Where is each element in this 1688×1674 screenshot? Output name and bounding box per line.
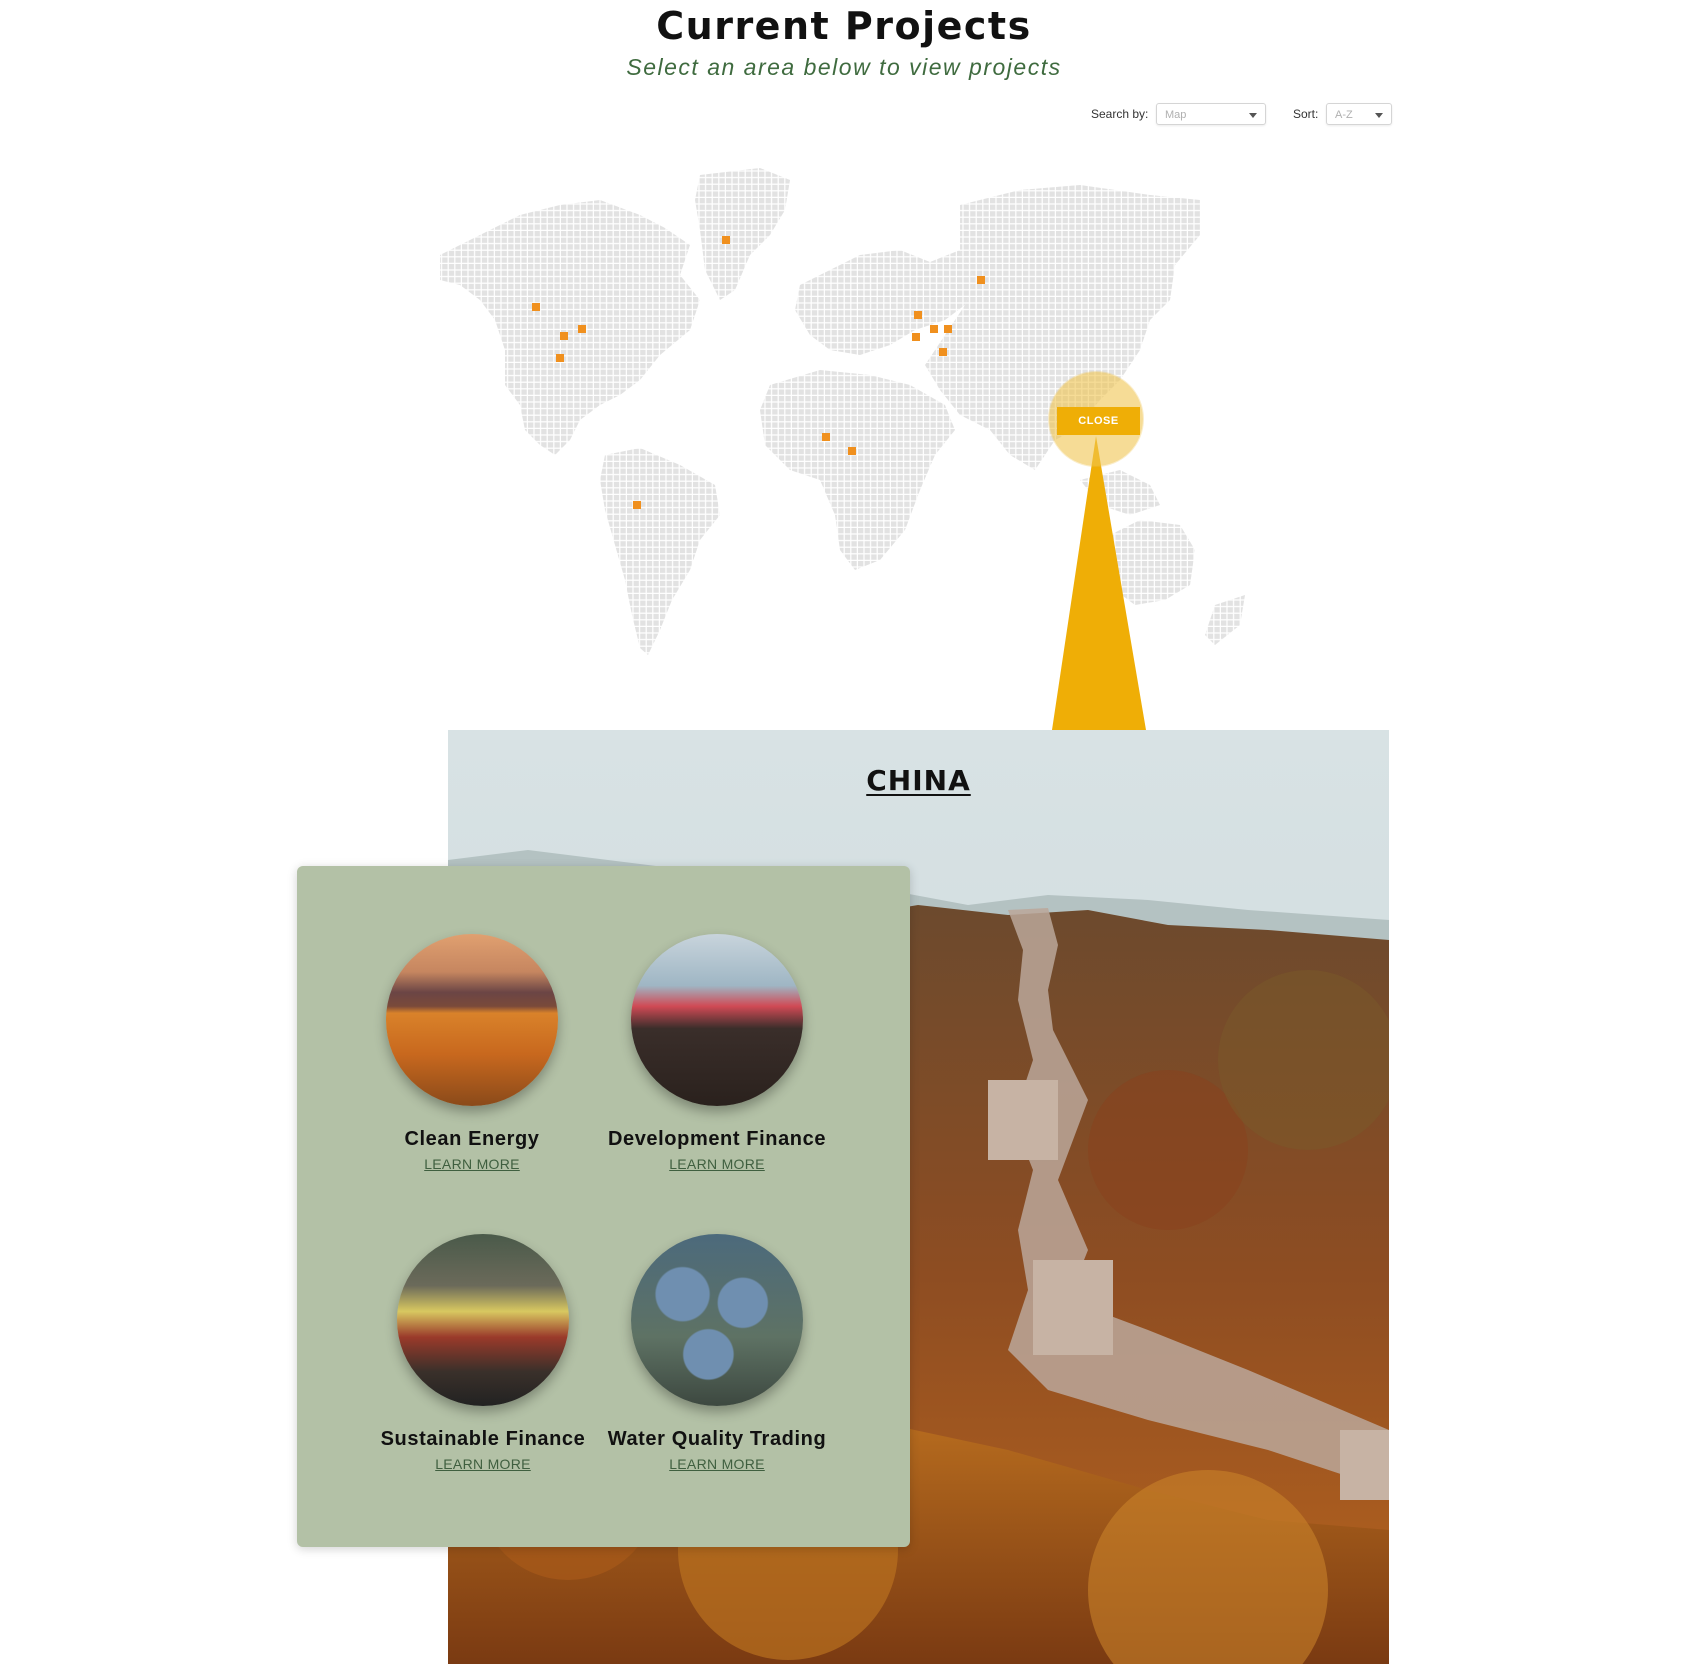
project-name: Clean Energy xyxy=(404,1128,540,1150)
project-item-sustainable-finance: Sustainable Finance LEARN MORE xyxy=(358,1234,608,1474)
projects-card: Clean Energy LEARN MORE Development Fina… xyxy=(297,866,910,1547)
project-marker[interactable] xyxy=(633,501,641,509)
project-marker[interactable] xyxy=(822,433,830,441)
solar-field-photo[interactable] xyxy=(386,934,558,1106)
project-marker[interactable] xyxy=(944,325,952,333)
project-item-development-finance: Development Finance LEARN MORE xyxy=(592,934,842,1174)
street-crowd-photo[interactable] xyxy=(631,934,803,1106)
protest-crowd-photo[interactable] xyxy=(397,1234,569,1406)
project-marker[interactable] xyxy=(977,276,985,284)
project-marker[interactable] xyxy=(912,333,920,341)
project-marker[interactable] xyxy=(556,354,564,362)
project-marker[interactable] xyxy=(914,311,922,319)
learn-more-link[interactable]: LEARN MORE xyxy=(424,1156,520,1172)
water-treatment-photo[interactable] xyxy=(631,1234,803,1406)
project-marker[interactable] xyxy=(722,236,730,244)
project-item-water-quality-trading: Water Quality Trading LEARN MORE xyxy=(592,1234,842,1474)
country-title: CHINA xyxy=(866,764,971,797)
project-item-clean-energy: Clean Energy LEARN MORE xyxy=(347,934,597,1174)
close-button[interactable]: CLOSE xyxy=(1057,407,1140,435)
project-name: Sustainable Finance xyxy=(380,1428,586,1450)
learn-more-link[interactable]: LEARN MORE xyxy=(669,1456,765,1472)
project-marker[interactable] xyxy=(848,447,856,455)
world-map[interactable] xyxy=(0,0,1688,740)
project-marker[interactable] xyxy=(560,332,568,340)
project-marker[interactable] xyxy=(578,325,586,333)
project-marker[interactable] xyxy=(930,325,938,333)
project-marker[interactable] xyxy=(939,348,947,356)
learn-more-link[interactable]: LEARN MORE xyxy=(669,1156,765,1172)
project-name: Water Quality Trading xyxy=(607,1428,827,1450)
learn-more-link[interactable]: LEARN MORE xyxy=(435,1456,531,1472)
project-marker[interactable] xyxy=(532,303,540,311)
project-name: Development Finance xyxy=(607,1128,827,1150)
